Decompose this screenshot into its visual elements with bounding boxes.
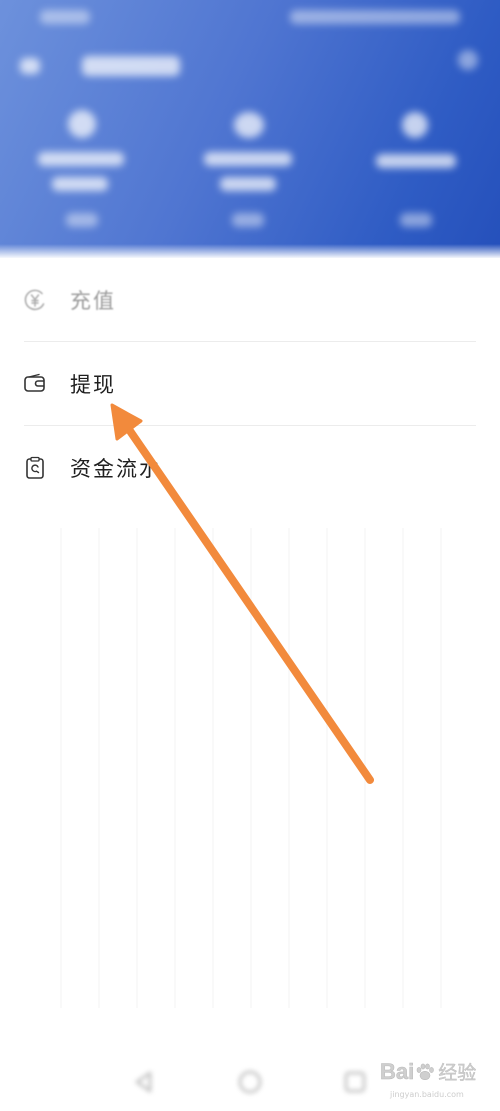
menu-item-label: 资金流水 <box>70 457 162 481</box>
status-bar-time-blurred <box>40 10 90 24</box>
paw-icon <box>416 1063 435 1080</box>
menu-item-statement[interactable]: 资金流水 <box>0 426 500 510</box>
balance-label-line2-blurred <box>52 177 108 191</box>
deposit-icon <box>402 112 428 138</box>
menu-item-label: 提现 <box>70 373 116 397</box>
wallet-screen: 充值 提现 资金流水 Bai 经验 jingyan.baidu.com <box>0 0 500 1111</box>
menu-item-withdraw[interactable]: 提现 <box>0 342 500 426</box>
home-icon[interactable] <box>236 1068 264 1096</box>
wallet-header <box>0 0 500 258</box>
recents-icon[interactable] <box>341 1068 369 1096</box>
back-icon[interactable] <box>20 58 40 74</box>
back-icon[interactable] <box>130 1068 158 1096</box>
watermark-product: 经验 <box>438 1062 477 1084</box>
menu-item-label: 充值 <box>70 289 116 313</box>
yuan-circle-icon <box>22 287 48 313</box>
frozen-label-line2-blurred <box>220 177 276 191</box>
baidu-jingyan-watermark: Bai 经验 jingyan.baidu.com <box>380 1058 496 1106</box>
wallet-menu: 充值 提现 资金流水 <box>0 258 500 510</box>
watermark-url: jingyan.baidu.com <box>390 1090 464 1099</box>
frozen-icon <box>234 112 264 138</box>
watermark-brand: Bai <box>380 1058 415 1084</box>
balance-label-blurred <box>38 152 124 166</box>
wallet-icon <box>22 371 48 397</box>
balance-value-blurred <box>66 213 98 227</box>
watermark-logo: Bai 经验 <box>380 1058 477 1085</box>
empty-content-area <box>24 528 476 1008</box>
balance-icon <box>68 110 96 138</box>
header-title-blurred <box>82 56 180 76</box>
deposit-label-blurred <box>376 154 456 168</box>
statement-icon <box>22 455 48 481</box>
status-bar-indicators-blurred <box>290 10 460 24</box>
frozen-label-blurred <box>204 152 292 166</box>
deposit-value-blurred <box>400 213 432 227</box>
frozen-value-blurred <box>232 213 264 227</box>
menu-item-recharge[interactable]: 充值 <box>0 258 500 342</box>
help-icon[interactable] <box>458 50 478 70</box>
